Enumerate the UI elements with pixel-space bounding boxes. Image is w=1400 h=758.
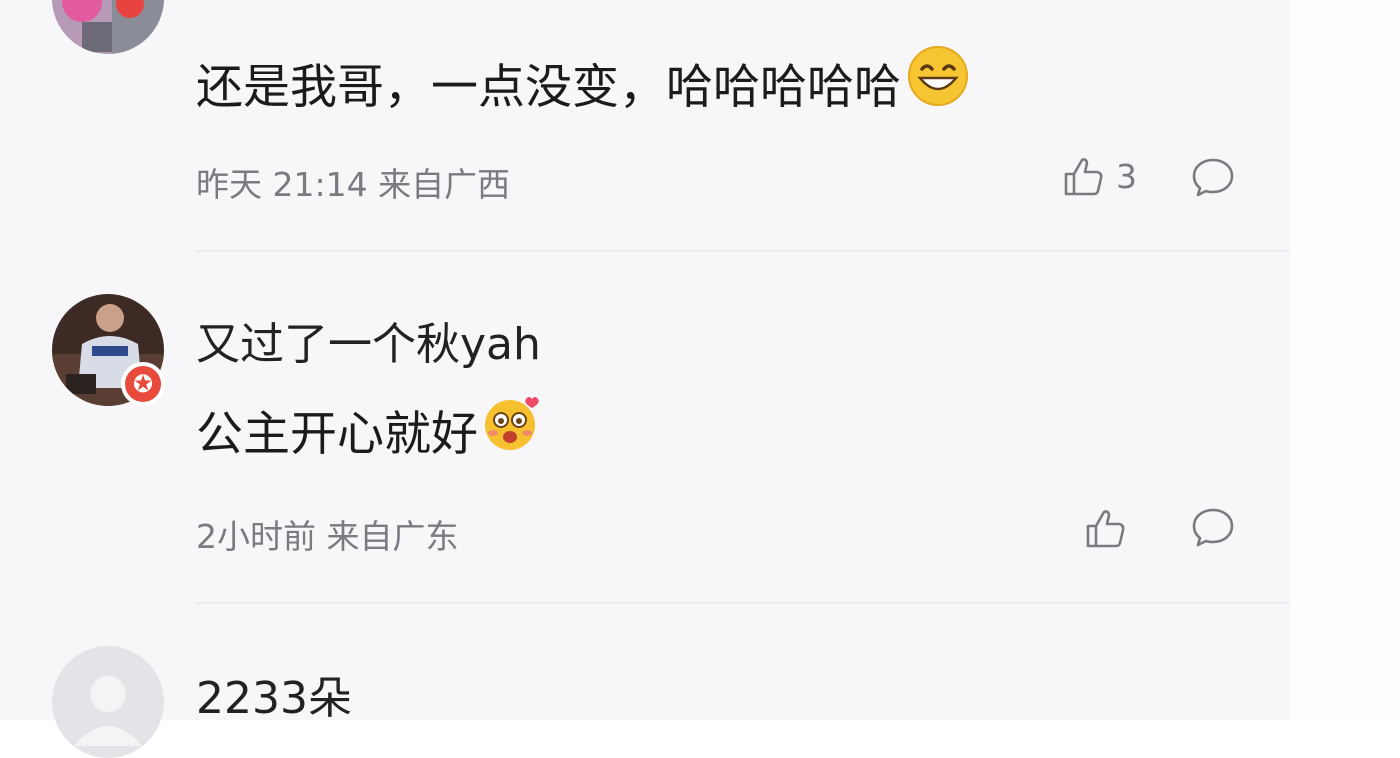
page-margin [1290, 0, 1400, 720]
comment-bubble-icon [1192, 508, 1234, 547]
comment-bubble-icon [1192, 158, 1234, 197]
reply-button[interactable] [1190, 156, 1236, 204]
blushing-love-emoji [482, 393, 542, 465]
star-badge-icon: ✪ [121, 362, 165, 406]
grinning-face-emoji [907, 45, 969, 119]
reply-button[interactable] [1190, 506, 1236, 554]
like-button[interactable] [1084, 506, 1128, 550]
thumbs-up-icon [1064, 158, 1103, 196]
comment-meta: 2小时前 来自广东 [196, 517, 459, 556]
username[interactable]: 2233朵 [196, 662, 352, 726]
comment-meta: 昨天 21:14 来自广西 [196, 165, 511, 204]
divider [196, 250, 1290, 252]
avatar[interactable] [52, 646, 164, 758]
like-count: 3 [1116, 156, 1137, 196]
comment-text: 公主开心就好 [196, 397, 542, 462]
thumbs-up-icon [1086, 510, 1125, 548]
username[interactable]: 又过了一个秋yah [196, 308, 541, 372]
divider [196, 602, 1290, 604]
comment-text: 还是我哥，一点没变，哈哈哈哈哈 [196, 46, 969, 115]
like-button[interactable]: 3 [1062, 154, 1137, 198]
